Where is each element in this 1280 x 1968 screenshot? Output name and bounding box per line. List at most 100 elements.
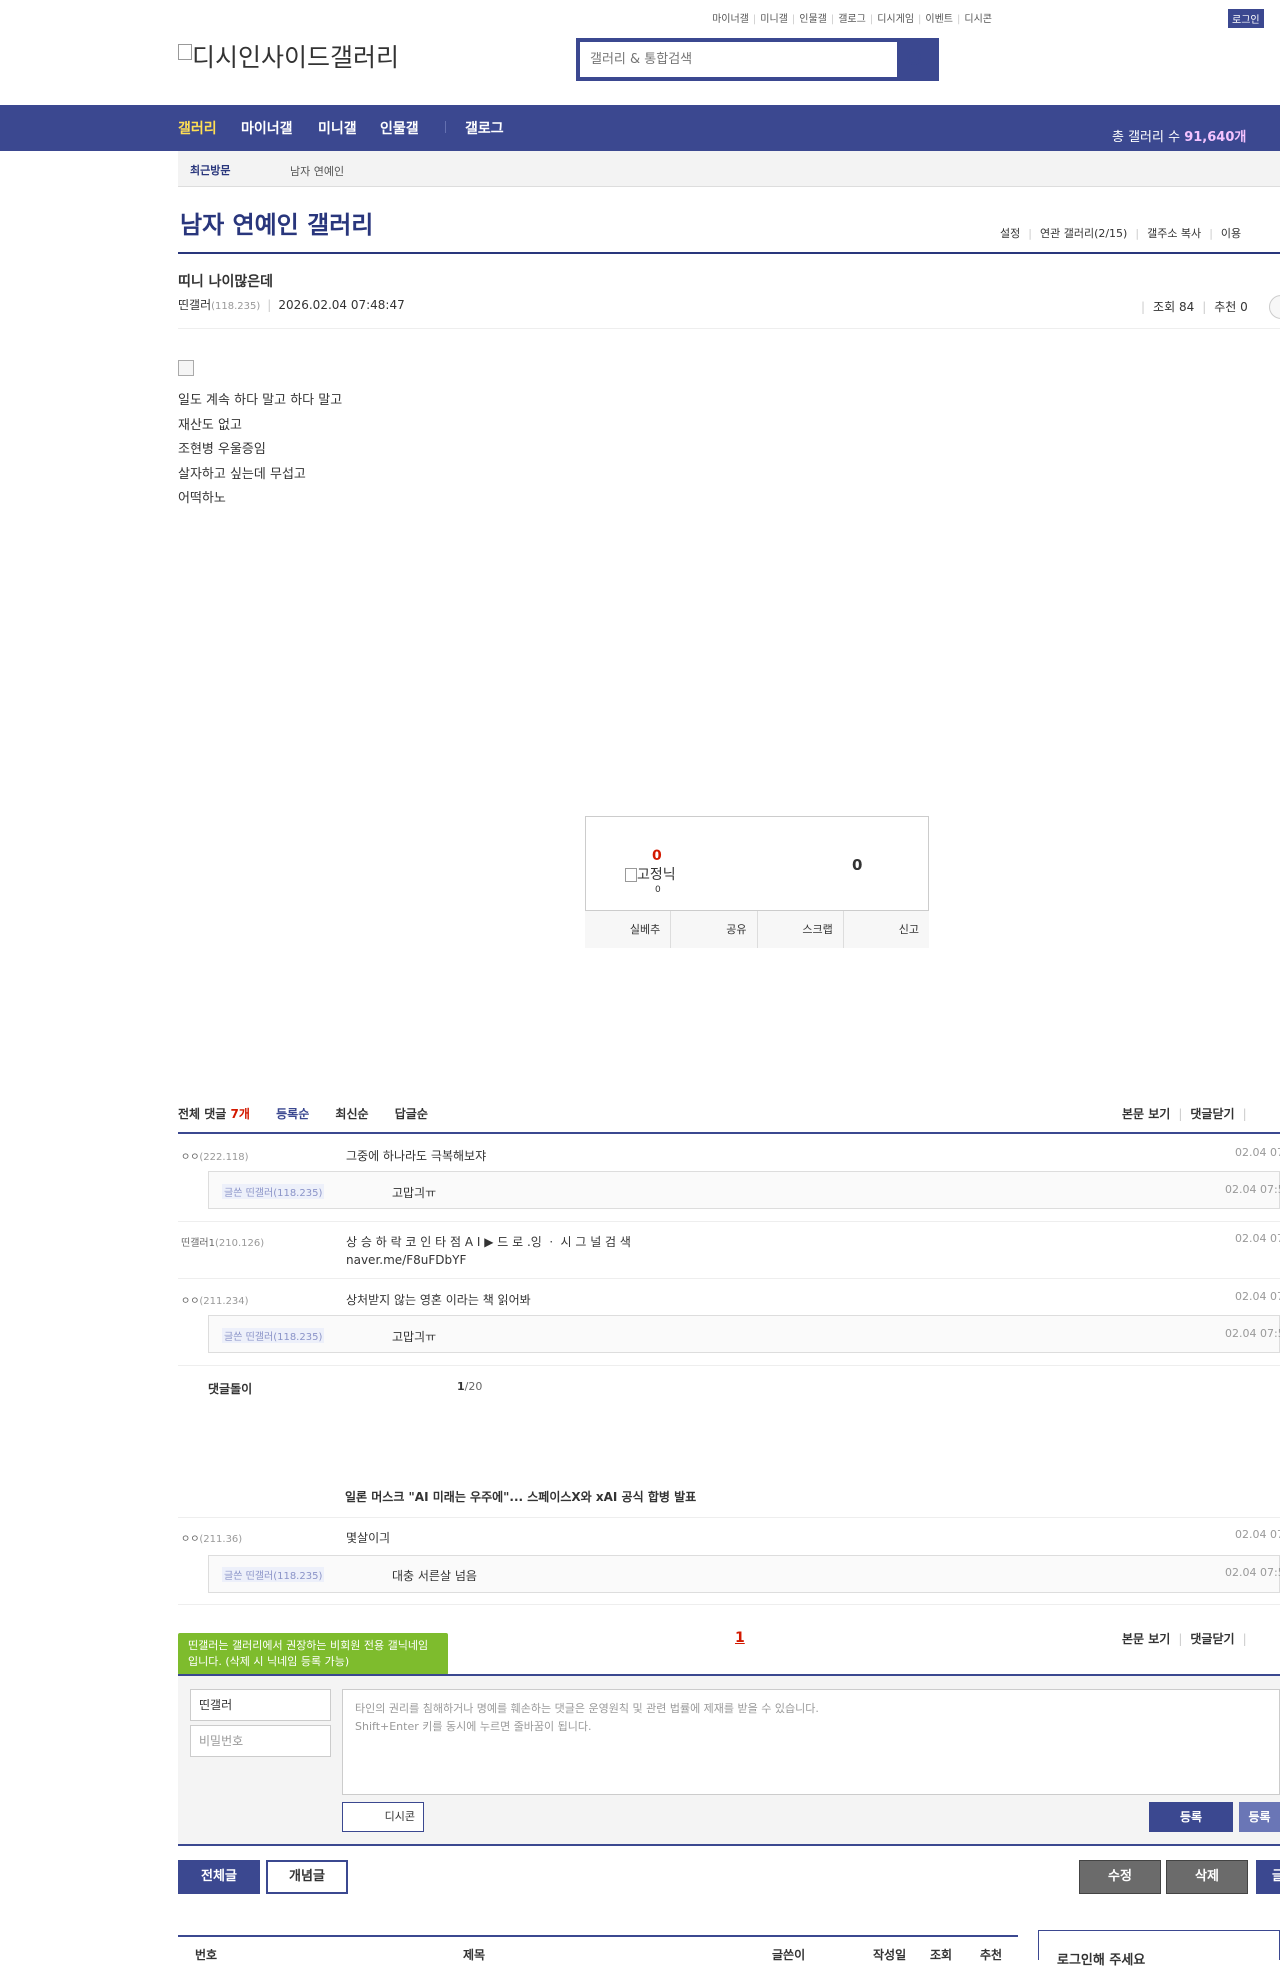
broken-image-icon (625, 868, 637, 882)
comment-count: 7개 (230, 1107, 250, 1121)
comment-page-1[interactable]: 1 (735, 1630, 745, 1646)
site-logo[interactable]: 디시인사이드갤러리 (178, 38, 399, 74)
edit-button[interactable]: 수정 (1079, 1860, 1161, 1894)
real-best-button[interactable]: 실베추 (585, 911, 672, 948)
view-body-link[interactable]: 본문 보기 (1122, 1107, 1170, 1121)
sort-by-replies[interactable]: 답글순 (395, 1107, 428, 1121)
recent-visit-item[interactable]: 남자 연예인 (290, 163, 344, 179)
best-posts-button[interactable]: 개념글 (266, 1860, 348, 1894)
comment-date: 02.04 07 (1235, 1146, 1280, 1159)
post-stats: | 조회 84 | 추천 0 (1141, 300, 1248, 314)
comment-textarea[interactable]: 타인의 권리를 침해하거나 명예를 훼손하는 댓글은 운영원칙 및 관련 법률에… (342, 1689, 1280, 1795)
reply-nick[interactable]: 글쓴 띤갤러(118.235) (222, 1567, 325, 1582)
reply-date: 02.04 07:5 (1225, 1183, 1280, 1196)
search-box (576, 38, 939, 81)
dccon-button[interactable]: 디시콘 (342, 1802, 424, 1832)
comment-nick[interactable]: 띤갤러1(210.126) (181, 1234, 264, 1249)
post-views: 조회 84 (1153, 300, 1195, 314)
submit-comment-button[interactable]: 등록 (1149, 1802, 1233, 1832)
post-author-ip: (118.235) (211, 301, 261, 312)
comment-nick[interactable]: ㅇㅇ(222.118) (181, 1148, 249, 1163)
post-date: 2026.02.04 07:48:47 (278, 298, 405, 312)
list-header-recommend: 추천 (980, 1948, 1003, 1962)
comment-divider (178, 1365, 1280, 1366)
recommend-down-count: 0 (852, 856, 863, 874)
report-button[interactable]: 신고 (844, 911, 929, 948)
comment-header-links: 본문 보기 | 댓글닫기 | (1122, 1107, 1247, 1121)
title-divider (178, 252, 1280, 254)
comment-bot-label: 댓글돌이 (208, 1382, 253, 1396)
list-header-writer: 글쓴이 (772, 1948, 806, 1962)
comment-text-line2[interactable]: naver.me/F8uFDbYF (346, 1253, 466, 1267)
comment-text: 몇살이긔 (346, 1531, 391, 1545)
post-image (178, 360, 194, 376)
related-gallery-link[interactable]: 연관 갤러리(2/15) (1040, 227, 1127, 240)
post-recommend: 추천 0 (1214, 300, 1248, 314)
reply-box (208, 1315, 1280, 1353)
fixed-nick-label: 고정닉 (637, 867, 676, 883)
meta-divider (178, 328, 1280, 329)
list-header-date: 작성일 (873, 1948, 907, 1962)
top-link-minor[interactable]: 마이너갤 (712, 14, 749, 25)
comment-footer-links: 본문 보기 | 댓글닫기 | (1122, 1632, 1247, 1646)
top-link-event[interactable]: 이벤트 (925, 14, 953, 25)
memo-notice: 타인의 권리를 침해하거나 명예를 훼손하는 댓글은 운영원칙 및 관련 법률에… (355, 1702, 819, 1715)
usage-link[interactable]: 이용 (1221, 227, 1241, 240)
close-comments-link[interactable]: 댓글닫기 (1190, 1632, 1234, 1646)
fixed-nick-recommend[interactable]: 고정닉 (625, 864, 676, 884)
search-icon (907, 51, 921, 65)
comment-header: 전체 댓글 7개 등록순 최신순 답글순 (178, 1105, 428, 1122)
copy-address-link[interactable]: 갤주소 복사 (1147, 227, 1201, 240)
fixed-nick-count: 0 (655, 885, 661, 895)
comment-text: 상 승 하 락 코 인 타 점 A I ▶ 드 로 .잉 ㆍ 시 그 널 검 색 (346, 1235, 631, 1249)
search-input[interactable] (580, 42, 897, 77)
comment-bot-paging: 1/20 (457, 1380, 483, 1393)
comment-divider (178, 1604, 1280, 1605)
gallery-title[interactable]: 남자 연예인 갤러리 (180, 205, 373, 240)
settings-link[interactable]: 설정 (1000, 227, 1020, 240)
top-link-mini[interactable]: 미니갤 (760, 14, 788, 25)
all-posts-button[interactable]: 전체글 (178, 1860, 260, 1894)
nav-minor[interactable]: 마이너갤 (241, 118, 293, 138)
top-link-person[interactable]: 인물갤 (799, 14, 827, 25)
comment-nick[interactable]: ㅇㅇ(211.234) (181, 1292, 249, 1307)
comment-bot-news[interactable]: 일론 머스크 "AI 미래는 우주에"... 스페이스X와 xAI 공식 합병 … (345, 1488, 696, 1505)
list-header-number: 번호 (195, 1948, 218, 1962)
comment-nick[interactable]: ㅇㅇ(211.36) (181, 1530, 242, 1545)
scrap-button[interactable]: 스크랩 (758, 911, 844, 948)
share-button[interactable]: 공유 (671, 911, 758, 948)
nav-person[interactable]: 인물갤 (380, 118, 419, 138)
nav-gallery[interactable]: 갤러리 (178, 118, 217, 138)
list-top-line (178, 1935, 1018, 1937)
sort-by-latest[interactable]: 최신순 (335, 1107, 368, 1121)
post-meta: 띤갤러(118.235) | 2026.02.04 07:48:47 (178, 298, 405, 312)
write-button[interactable]: 글 (1256, 1860, 1280, 1894)
nav-mini[interactable]: 미니갤 (318, 118, 357, 138)
delete-button[interactable]: 삭제 (1166, 1860, 1248, 1894)
share-toggle[interactable] (1269, 295, 1280, 319)
sort-by-registered[interactable]: 등록순 (276, 1107, 309, 1121)
reply-nick[interactable]: 글쓴 띤갤러(118.235) (222, 1328, 325, 1343)
search-button[interactable] (895, 40, 937, 79)
gallery-links: 설정 | 연관 갤러리(2/15) | 갤주소 복사 | 이용 (1000, 227, 1242, 240)
top-links: 마이너갤 | 미니갤 | 인물갤 | 갤로그 | 디시게임 | 이벤트 | 디시콘 (712, 14, 992, 25)
view-body-link[interactable]: 본문 보기 (1122, 1632, 1170, 1646)
close-comments-link[interactable]: 댓글닫기 (1190, 1107, 1234, 1121)
password-input[interactable]: 비밀번호 (190, 1725, 331, 1757)
reply-date: 02.04 07:5 (1225, 1566, 1280, 1579)
top-link-gallog[interactable]: 갤로그 (838, 14, 866, 25)
post-body-line: 살자하고 싶는데 무섭고 (178, 467, 306, 482)
recommend-up-count: 0 (652, 848, 662, 864)
top-link-dccon[interactable]: 디시콘 (964, 14, 992, 25)
nav-gallog[interactable]: 갤로그 (465, 118, 504, 138)
comment-text: 그중에 하나라도 극복해보쟈 (346, 1149, 487, 1163)
nickname-input[interactable]: 띤갤러 (190, 1689, 331, 1721)
reply-text: 고맙긔ㅠ (392, 1186, 437, 1200)
submit-comment-button-2[interactable]: 등록 (1239, 1802, 1280, 1832)
login-panel[interactable]: 로그인해 주세요 (1038, 1930, 1280, 1968)
post-author[interactable]: 띤갤러 (178, 298, 211, 312)
reply-nick[interactable]: 글쓴 띤갤러(118.235) (222, 1184, 325, 1199)
login-button[interactable]: 로그인 (1228, 9, 1264, 28)
top-link-game[interactable]: 디시게임 (877, 14, 914, 25)
memo-hint: Shift+Enter 키를 동시에 누르면 줄바꿈이 됩니다. (355, 1720, 592, 1733)
